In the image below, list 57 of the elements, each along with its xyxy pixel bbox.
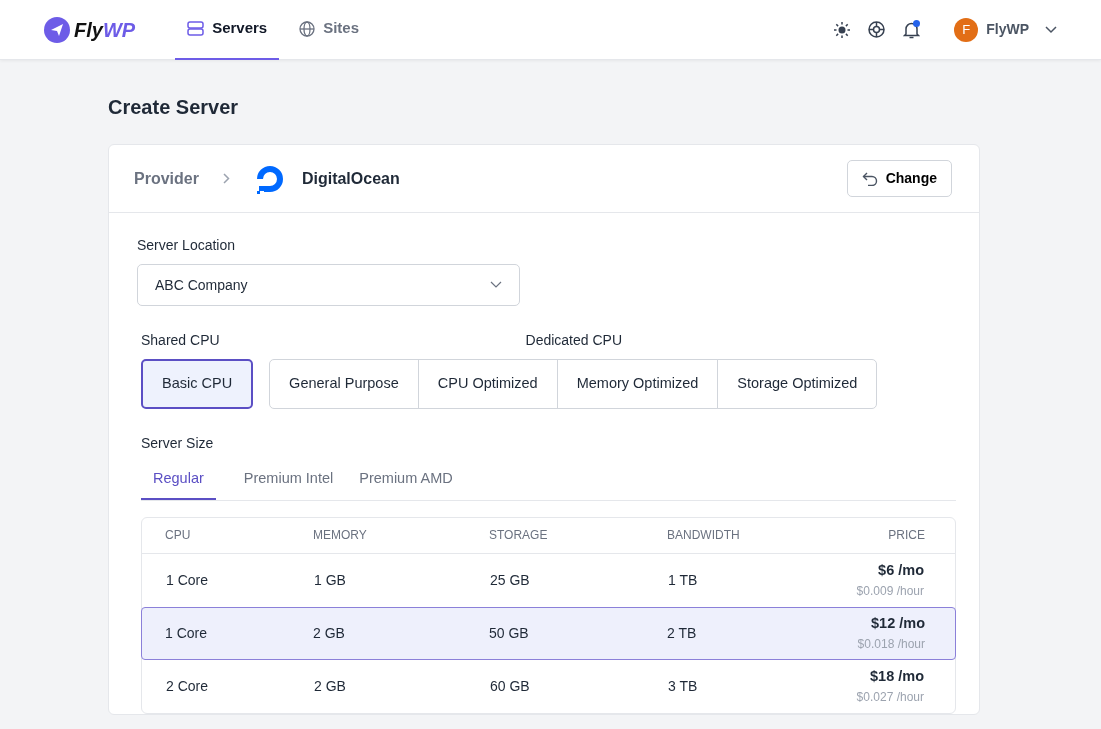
price-monthly: $6 /mo — [877, 561, 924, 581]
provider-label: Provider — [134, 168, 199, 189]
table-cell-text: 3 TB — [668, 676, 699, 696]
table-row[interactable]: 1 Core 2 GB 50 GB 2 TB $12 /mo $0.018 /hour — [141, 606, 956, 660]
location-select[interactable]: ABC Company — [137, 264, 520, 306]
price-hourly: $0.027 /hour — [855, 689, 924, 707]
field-label: Server Size — [141, 434, 215, 453]
nav-tab[interactable]: Servers — [175, 0, 280, 60]
table-cell-text: 1 Core — [165, 623, 209, 643]
price-hourly: $0.009 /hour — [855, 583, 924, 601]
cpu-option[interactable]: Basic CPU — [141, 359, 254, 409]
column-header: BANDWIDTH — [667, 527, 741, 545]
price-monthly: $12 /mo — [870, 614, 925, 634]
cpu-option[interactable]: CPU Optimized — [417, 359, 558, 409]
table-cell-text: 2 GB — [314, 676, 347, 696]
table-cell-text: 2 GB — [313, 623, 346, 643]
table-cell-text: 2 TB — [667, 623, 698, 643]
column-header: PRICE — [887, 527, 925, 545]
size-tab[interactable]: Premium AMD — [347, 462, 465, 500]
provider-name: DigitalOcean — [301, 168, 400, 189]
size-tab[interactable]: Regular — [141, 462, 216, 500]
globe-icon — [299, 20, 316, 37]
table-cell-text: 1 Core — [166, 570, 210, 590]
server-icon — [187, 21, 205, 36]
chevron-right-icon — [222, 173, 230, 184]
notification-icon[interactable] — [903, 20, 921, 39]
brand-name: FlyWP — [74, 17, 136, 43]
group-label: Shared CPU — [141, 331, 221, 350]
chevron-down-icon[interactable] — [1045, 25, 1057, 34]
column-header: MEMORY — [313, 527, 368, 545]
user-name[interactable]: FlyWP — [986, 19, 1029, 40]
field-label: Server Location — [137, 236, 237, 255]
cpu-option[interactable]: Storage Optimized — [717, 359, 878, 409]
table-row[interactable]: 2 Core 2 GB 60 GB 3 TB $18 /mo $0.027 /hour — [142, 659, 955, 713]
theme-toggle-icon[interactable] — [834, 21, 851, 38]
table-cell-text: 50 GB — [489, 623, 530, 643]
support-icon[interactable] — [868, 21, 886, 38]
cpu-option[interactable]: Memory Optimized — [556, 359, 719, 409]
change-button[interactable]: Change — [846, 160, 952, 197]
table-cell-text: 2 Core — [166, 676, 210, 696]
table-row[interactable]: 1 Core 1 GB 25 GB 1 TB $6 /mo $0.009 /hour — [142, 553, 955, 607]
cpu-option[interactable]: General Purpose — [269, 359, 419, 409]
nav-tab[interactable]: Sites — [287, 0, 372, 60]
column-header: STORAGE — [489, 527, 549, 545]
page-title: Create Server — [108, 95, 240, 120]
table-cell-text: 1 GB — [314, 570, 347, 590]
chevron-down-icon — [490, 281, 502, 289]
table-cell-text: 60 GB — [490, 676, 531, 696]
price-hourly: $0.018 /hour — [856, 636, 925, 654]
table-cell-text: 25 GB — [490, 570, 531, 590]
table-cell-text: 1 TB — [668, 570, 699, 590]
logo-icon — [44, 16, 70, 43]
column-header: CPU — [165, 527, 192, 545]
size-tab[interactable]: Premium Intel — [231, 462, 346, 500]
price-monthly: $18 /mo — [869, 667, 924, 687]
group-label: Dedicated CPU — [524, 331, 623, 350]
undo-arrow-icon — [861, 171, 878, 186]
